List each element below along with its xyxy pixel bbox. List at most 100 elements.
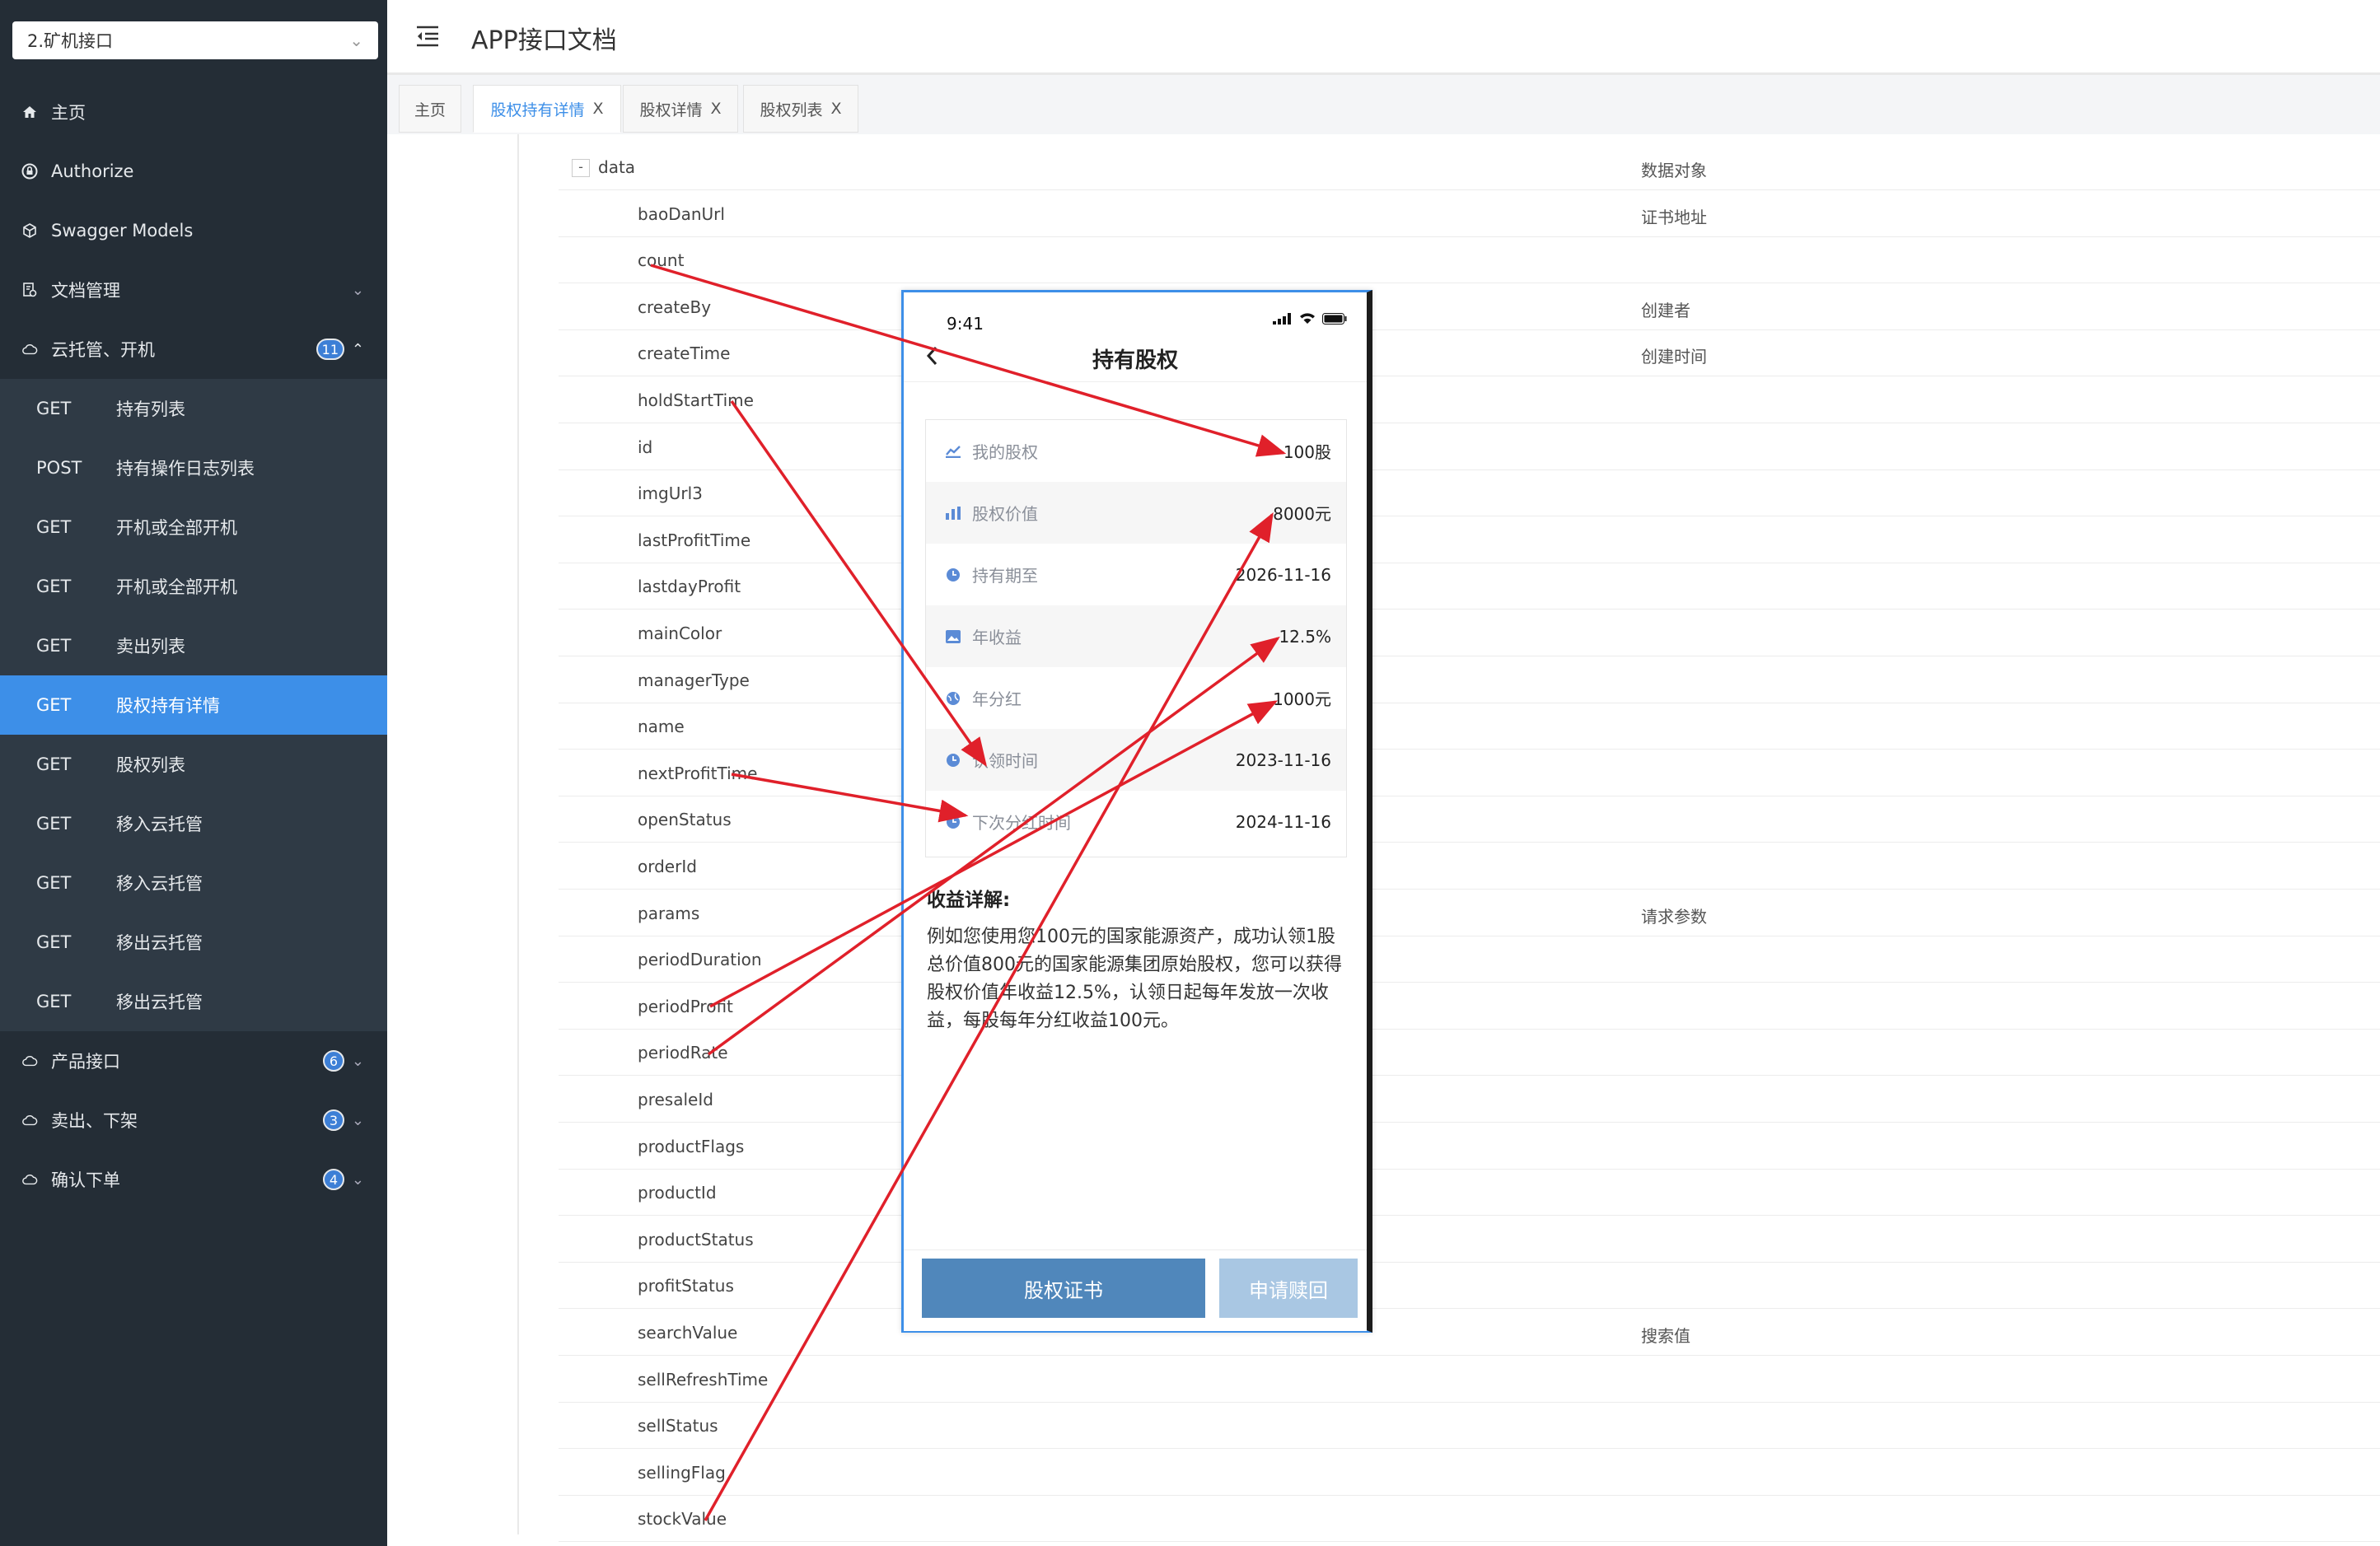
field-name: lastProfitTime: [638, 530, 751, 550]
endpoint-item[interactable]: GET 卖出列表: [0, 616, 387, 675]
status-bar-icons: [1273, 312, 1347, 328]
clock-icon: [944, 751, 962, 769]
field-name: sellRefreshTime: [638, 1369, 769, 1390]
close-icon[interactable]: X: [592, 100, 603, 118]
sidebar-group-sell[interactable]: 卖出、下架 3 ⌄: [0, 1091, 387, 1150]
endpoint-item[interactable]: GET 移入云托管: [0, 794, 387, 853]
sidebar-group-product[interactable]: 产品接口 6 ⌄: [0, 1031, 387, 1091]
field-row: productFlags: [559, 1123, 2380, 1170]
field-name: params: [638, 903, 700, 923]
endpoint-label: 卖出列表: [116, 637, 185, 656]
endpoint-item[interactable]: GET 股权列表: [0, 735, 387, 794]
endpoint-item[interactable]: GET 开机或全部开机: [0, 557, 387, 616]
http-method: GET: [36, 695, 72, 715]
field-row: periodRate: [559, 1030, 2380, 1077]
endpoint-label: 开机或全部开机: [116, 518, 237, 538]
endpoint-label: 开机或全部开机: [116, 577, 237, 597]
info-value: 8000元: [1273, 504, 1331, 524]
info-row: 我的股权 100股: [926, 420, 1346, 482]
sidebar-item-authorize[interactable]: Authorize: [0, 142, 387, 201]
wifi-icon: [1299, 312, 1316, 328]
apply-redeem-button[interactable]: 申请赎回: [1219, 1259, 1358, 1318]
close-icon[interactable]: X: [830, 100, 841, 118]
project-select-value: 2.矿机接口: [27, 31, 114, 51]
sidebar-item-home[interactable]: 主页: [0, 82, 387, 142]
field-row: productStatus: [559, 1217, 2380, 1263]
clock-icon: [944, 566, 962, 584]
field-name: presaleId: [638, 1090, 713, 1109]
field-name: lastdayProfit: [638, 577, 741, 597]
sidebar-group-order[interactable]: 确认下单 4 ⌄: [0, 1150, 387, 1209]
sidebar-item-doc-manage[interactable]: 文档管理 ⌄: [0, 260, 387, 320]
chart-icon: [944, 442, 962, 460]
tab-equity-holding-detail[interactable]: 股权持有详情 X: [473, 85, 621, 133]
field-name: periodRate: [638, 1043, 728, 1063]
endpoint-label: 股权列表: [116, 755, 185, 775]
field-row: openStatus: [559, 796, 2380, 843]
sidebar-group-cloud-hosting[interactable]: 云托管、开机 11 ⌃: [0, 320, 387, 379]
field-description: 数据对象: [1641, 161, 1707, 180]
holding-info-card: 我的股权 100股 股权价值 8000元 持有期至 2026-11-16 年收益…: [925, 419, 1347, 857]
chevron-up-icon: ⌃: [351, 340, 364, 358]
endpoint-item[interactable]: GET 持有列表: [0, 379, 387, 438]
sidebar-item-label: 主页: [51, 103, 86, 123]
field-row: lastdayProfit: [559, 563, 2380, 610]
field-name: createBy: [638, 297, 712, 317]
http-method: GET: [36, 932, 72, 952]
field-row: count: [559, 237, 2380, 284]
http-method: GET: [36, 636, 72, 656]
field-name: data: [598, 157, 636, 177]
http-method: GET: [36, 873, 72, 893]
bar-chart-icon: [944, 504, 962, 522]
http-method: GET: [36, 577, 72, 596]
phone-action-bar: 股权证书 申请赎回: [904, 1249, 1367, 1331]
sidebar-item-label: Swagger Models: [51, 221, 194, 241]
endpoint-item[interactable]: GET 移出云托管: [0, 972, 387, 1031]
info-row: 股权价值 8000元: [926, 482, 1346, 544]
project-select[interactable]: 2.矿机接口 ⌄: [12, 21, 378, 59]
field-row: mainColor: [559, 610, 2380, 656]
cloud-icon: [21, 1112, 38, 1128]
info-row: 持有期至 2026-11-16: [926, 544, 1346, 605]
menu-fold-icon[interactable]: [415, 25, 440, 48]
field-row: periodProfit: [559, 983, 2380, 1030]
sidebar: 2.矿机接口 ⌄ 主页 Authorize Swagger Models 文档管…: [0, 0, 387, 1546]
chevron-down-icon: ⌄: [351, 1111, 364, 1129]
endpoint-label: 移入云托管: [116, 815, 203, 834]
info-label: 我的股权: [972, 442, 1038, 462]
sidebar-item-swagger-models[interactable]: Swagger Models: [0, 201, 387, 260]
field-row: periodDuration: [559, 936, 2380, 983]
info-label: 年收益: [972, 628, 1022, 647]
phone-page-title: 持有股权: [1092, 348, 1178, 373]
tab-equity-list[interactable]: 股权列表 X: [743, 85, 858, 133]
field-name: managerType: [638, 670, 750, 690]
endpoint-item-active[interactable]: GET 股权持有详情: [0, 675, 387, 735]
tab-label: 股权持有详情: [490, 100, 585, 119]
count-badge: 6: [323, 1050, 344, 1072]
field-row: name: [559, 703, 2380, 750]
endpoint-item[interactable]: GET 开机或全部开机: [0, 497, 387, 557]
endpoint-item[interactable]: GET 移出云托管: [0, 913, 387, 972]
field-row: sellRefreshTime: [559, 1357, 2380, 1403]
info-row: 年收益 12.5%: [926, 605, 1346, 667]
field-description: 搜索值: [1641, 1326, 1690, 1346]
tab-home[interactable]: 主页: [399, 85, 461, 133]
endpoint-label: 移入云托管: [116, 874, 203, 894]
chevron-down-icon: ⌄: [351, 1052, 364, 1070]
endpoint-item[interactable]: GET 移入云托管: [0, 853, 387, 913]
field-row: holdStartTime: [559, 377, 2380, 423]
endpoint-label: 股权持有详情: [116, 696, 220, 716]
info-row: 下次分红时间 2024-11-16: [926, 791, 1346, 852]
field-name: profitStatus: [638, 1276, 734, 1296]
field-row: managerType: [559, 657, 2380, 703]
info-value: 2026-11-16: [1235, 564, 1331, 585]
equity-certificate-button[interactable]: 股权证书: [922, 1259, 1205, 1318]
http-method: GET: [36, 992, 72, 1011]
tab-equity-detail[interactable]: 股权详情 X: [623, 85, 738, 133]
endpoint-item[interactable]: POST 持有操作日志列表: [0, 438, 387, 497]
field-description: 证书地址: [1641, 207, 1707, 227]
close-icon[interactable]: X: [710, 100, 721, 118]
field-row: presaleId: [559, 1077, 2380, 1123]
sidebar-item-label: 卖出、下架: [51, 1111, 138, 1131]
collapse-toggle[interactable]: -: [572, 159, 590, 177]
